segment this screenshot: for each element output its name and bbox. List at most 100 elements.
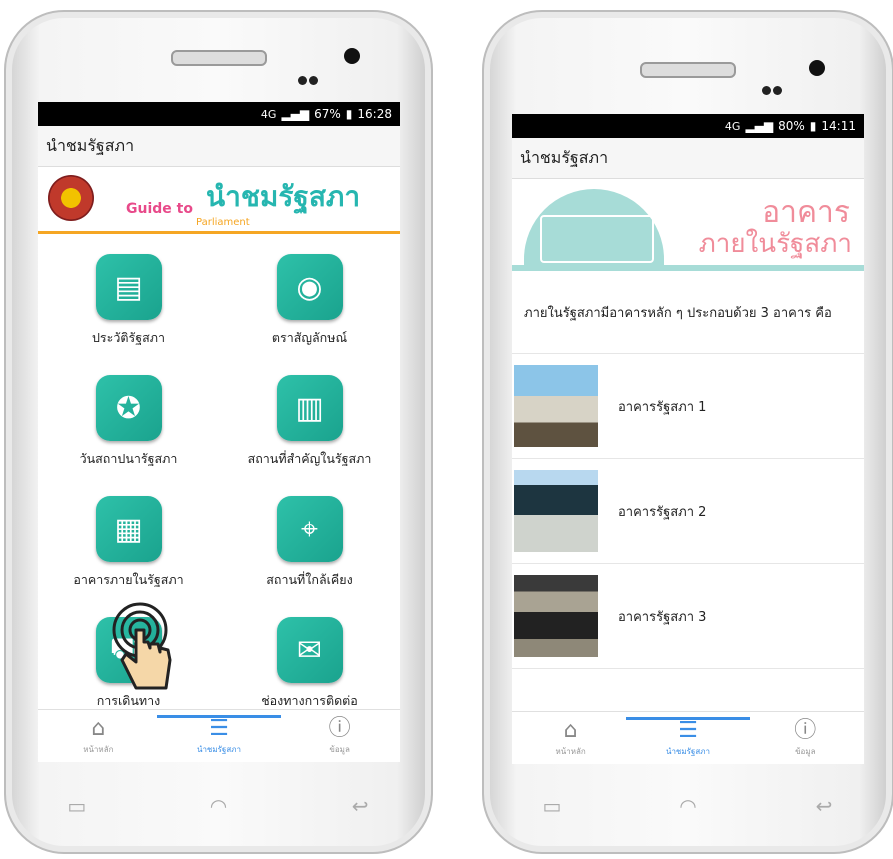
nav-label: นำชมรัฐสภา bbox=[196, 744, 241, 754]
camera-sensor bbox=[762, 86, 771, 95]
camera-sensor bbox=[773, 86, 782, 95]
nav-tour[interactable]: ☰ นำชมรัฐสภา bbox=[625, 716, 750, 758]
bottom-navigation: ⌂ หน้าหลัก ☰ นำชมรัฐสภา ⓘ ข้อมูล bbox=[512, 711, 864, 764]
phone-frame-right: 4G ▂▄▆ 80% ▮ 14:11 นำชมรัฐสภา อาคาร ภายใ… bbox=[482, 10, 893, 854]
menu-item-emblem[interactable]: ◉ ตราสัญลักษณ์ bbox=[219, 254, 400, 359]
signal-icon: ▂▄▆ bbox=[745, 119, 774, 133]
home-button-icon[interactable]: ◠ bbox=[201, 796, 235, 816]
menu-button-icon[interactable]: ▭ bbox=[535, 796, 569, 816]
building-name: อาคารรัฐสภา 1 bbox=[618, 399, 707, 415]
award-ribbon-icon[interactable]: ✪ bbox=[95, 375, 162, 441]
mail-contact-icon[interactable]: ✉ bbox=[276, 617, 343, 683]
list-icon: ☰ bbox=[678, 717, 698, 743]
building-2-photo bbox=[514, 470, 598, 552]
front-camera bbox=[344, 48, 360, 64]
screen-left: 4G ▂▄▆ 67% ▮ 16:28 นำชมรัฐสภา Guide to น… bbox=[38, 102, 400, 762]
menu-item-label: ตราสัญลักษณ์ bbox=[271, 330, 348, 345]
menu-button-icon[interactable]: ▭ bbox=[60, 796, 94, 816]
app-title: นำชมรัฐสภา bbox=[520, 147, 609, 167]
info-icon: ⓘ bbox=[794, 717, 817, 743]
nav-label: ข้อมูล bbox=[795, 746, 816, 756]
menu-item-label: สถานที่ใกล้เคียง bbox=[266, 572, 353, 587]
status-bar: 4G ▂▄▆ 67% ▮ 16:28 bbox=[38, 102, 400, 126]
status-bar: 4G ▂▄▆ 80% ▮ 14:11 bbox=[512, 114, 864, 138]
app-bar: นำชมรัฐสภา bbox=[512, 138, 864, 179]
menu-item-label: สถานที่สำคัญในรัฐสภา bbox=[247, 451, 372, 466]
menu-item-contact[interactable]: ✉ ช่องทางการติดต่อ bbox=[219, 617, 400, 722]
banner-title-line2: ภายในรัฐสภา bbox=[698, 229, 852, 259]
banner-thai-title: นำชมรัฐสภา bbox=[206, 180, 361, 213]
clock: 16:28 bbox=[357, 107, 392, 121]
battery-level: 67% bbox=[314, 107, 341, 121]
building-outline-icon bbox=[540, 215, 654, 263]
app-title: นำชมรัฐสภา bbox=[46, 135, 135, 155]
building-icon[interactable]: ▦ bbox=[95, 496, 162, 562]
buildings-banner: อาคาร ภายในรัฐสภา bbox=[512, 179, 864, 271]
speaker-grille bbox=[170, 50, 267, 66]
menu-item-label: ช่องทางการติดต่อ bbox=[261, 693, 358, 708]
menu-item-label: ประวัติรัฐสภา bbox=[92, 330, 165, 345]
banner-divider bbox=[512, 265, 864, 271]
battery-level: 80% bbox=[778, 119, 805, 133]
parliament-emblem-logo bbox=[48, 175, 94, 221]
guide-banner: Guide to นำชมรัฐสภา Parliament bbox=[38, 167, 400, 234]
network-indicator: 4G bbox=[260, 107, 277, 121]
menu-item-history[interactable]: ▤ ประวัติรัฐสภา bbox=[38, 254, 219, 359]
active-tab-indicator bbox=[156, 714, 281, 718]
nav-label: หน้าหลัก bbox=[83, 744, 114, 754]
menu-item-label: วันสถาปนารัฐสภา bbox=[79, 451, 178, 466]
parliament-emblem-icon[interactable]: ◉ bbox=[276, 254, 343, 320]
home-icon: ⌂ bbox=[563, 717, 578, 743]
building-3-photo bbox=[514, 575, 598, 657]
nav-info[interactable]: ⓘ ข้อมูล bbox=[755, 717, 855, 758]
city-location-icon[interactable]: ▥ bbox=[276, 375, 343, 441]
menu-item-places[interactable]: ▥ สถานที่สำคัญในรัฐสภา bbox=[219, 375, 400, 480]
menu-item-label: อาคารภายในรัฐสภา bbox=[73, 572, 184, 587]
phone-frame-left: 4G ▂▄▆ 67% ▮ 16:28 นำชมรัฐสภา Guide to น… bbox=[4, 10, 433, 854]
bottom-navigation: ⌂ หน้าหลัก ☰ นำชมรัฐสภา ⓘ ข้อมูล bbox=[38, 709, 400, 762]
menu-grid: ▤ ประวัติรัฐสภา ◉ ตราสัญลักษณ์ ✪ วันสถาป… bbox=[38, 234, 400, 722]
hardware-buttons: ▭ ◠ ↩ bbox=[484, 796, 892, 816]
nav-label: นำชมรัฐสภา bbox=[665, 746, 710, 756]
nav-home[interactable]: ⌂ หน้าหลัก bbox=[48, 715, 148, 756]
building-name: อาคารรัฐสภา 2 bbox=[618, 504, 707, 520]
app-bar: นำชมรัฐสภา bbox=[38, 126, 400, 167]
nav-label: หน้าหลัก bbox=[555, 746, 586, 756]
banner-guide-text: Guide to bbox=[126, 201, 193, 217]
nav-info[interactable]: ⓘ ข้อมูล bbox=[290, 715, 390, 756]
back-button-icon[interactable]: ↩ bbox=[807, 796, 841, 816]
back-button-icon[interactable]: ↩ bbox=[343, 796, 377, 816]
menu-item-buildings[interactable]: ▦ อาคารภายในรัฐสภา bbox=[38, 496, 219, 601]
clock: 14:11 bbox=[821, 119, 856, 133]
list-item[interactable]: อาคารรัฐสภา 1 bbox=[512, 354, 864, 459]
building-1-photo bbox=[514, 365, 598, 447]
tap-gesture-icon bbox=[112, 602, 172, 690]
battery-icon: ▮ bbox=[809, 119, 817, 133]
network-indicator: 4G bbox=[724, 119, 741, 133]
document-clock-icon[interactable]: ▤ bbox=[95, 254, 162, 320]
nav-tour[interactable]: ☰ นำชมรัฐสภา bbox=[156, 714, 281, 756]
home-icon: ⌂ bbox=[91, 715, 106, 741]
nav-label: ข้อมูล bbox=[329, 744, 350, 754]
banner-parliament-text: Parliament bbox=[196, 217, 250, 228]
menu-item-label: การเดินทาง bbox=[96, 693, 161, 708]
info-icon: ⓘ bbox=[328, 715, 351, 741]
menu-item-nearby[interactable]: ⌖ สถานที่ใกล้เคียง bbox=[219, 496, 400, 601]
intro-text: ภายในรัฐสภามีอาคารหลัก ๆ ประกอบด้วย 3 อา… bbox=[512, 271, 864, 354]
front-camera bbox=[809, 60, 825, 76]
battery-icon: ▮ bbox=[345, 107, 353, 121]
camera-sensor bbox=[309, 76, 318, 85]
list-icon: ☰ bbox=[209, 715, 229, 741]
speaker-grille bbox=[640, 62, 736, 78]
camera-sensor bbox=[298, 76, 307, 85]
building-name: อาคารรัฐสภา 3 bbox=[618, 609, 707, 625]
hardware-buttons: ▭ ◠ ↩ bbox=[6, 796, 431, 816]
nav-home[interactable]: ⌂ หน้าหลัก bbox=[521, 717, 621, 758]
signal-icon: ▂▄▆ bbox=[281, 107, 310, 121]
menu-item-founding-day[interactable]: ✪ วันสถาปนารัฐสภา bbox=[38, 375, 219, 480]
list-item[interactable]: อาคารรัฐสภา 3 bbox=[512, 564, 864, 669]
map-pin-icon[interactable]: ⌖ bbox=[276, 496, 343, 562]
active-tab-indicator bbox=[625, 716, 750, 720]
list-item[interactable]: อาคารรัฐสภา 2 bbox=[512, 459, 864, 564]
home-button-icon[interactable]: ◠ bbox=[671, 796, 705, 816]
